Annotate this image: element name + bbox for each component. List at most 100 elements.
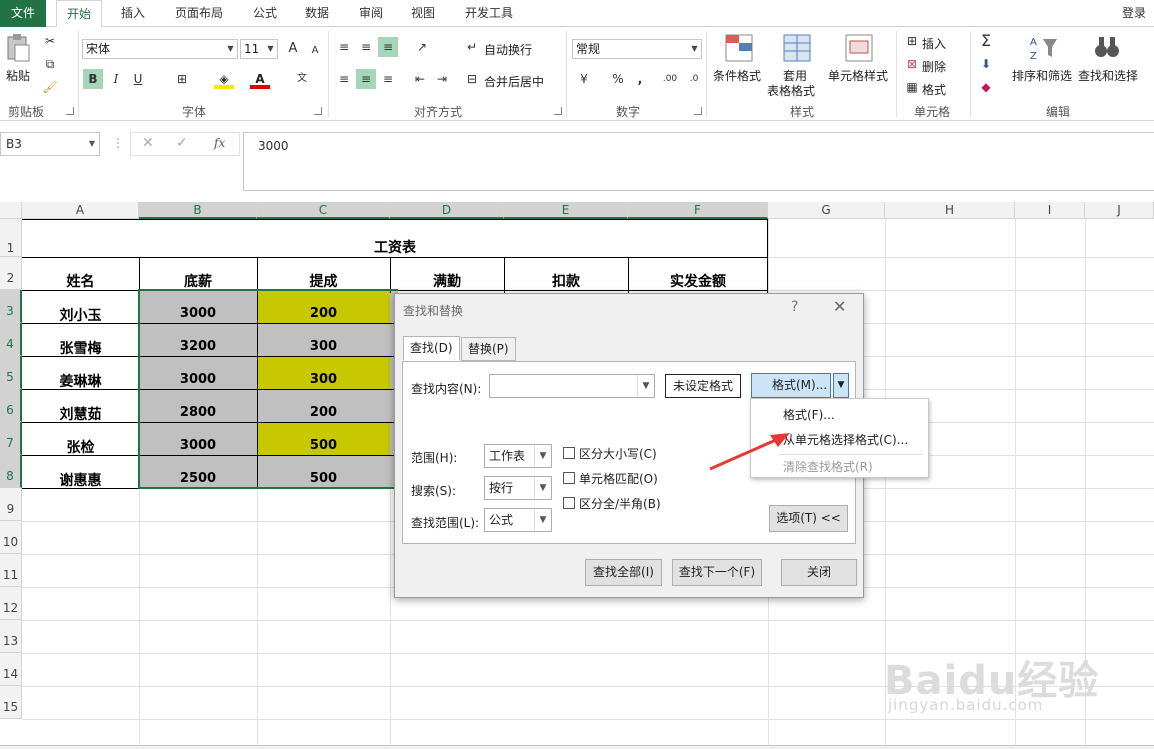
font-name-select[interactable]: 宋体 ▼ (82, 39, 238, 59)
match-case-label[interactable]: 区分大小写(C) (579, 445, 657, 462)
row-header-8[interactable]: 8 (0, 455, 22, 488)
tab-formulas[interactable]: 公式 (242, 0, 288, 27)
tab-file[interactable]: 文件 (0, 0, 46, 27)
font-size-select[interactable]: 11 ▼ (240, 39, 278, 59)
options-button[interactable]: 选项(T) << (769, 505, 848, 532)
increase-indent-icon[interactable]: ⇥ (432, 69, 452, 89)
tab-find[interactable]: 查找(D) (403, 336, 460, 361)
row-header-2[interactable]: 2 (0, 257, 22, 290)
column-header-d[interactable]: D (390, 202, 504, 219)
increase-decimal-icon[interactable]: .00 (660, 69, 680, 89)
format-cells-button[interactable]: 格式 (922, 81, 946, 98)
decrease-decimal-icon[interactable]: .0 (684, 69, 704, 89)
tab-page-layout[interactable]: 页面布局 (166, 0, 232, 27)
row-header-14[interactable]: 14 (0, 653, 22, 686)
insert-cells-button[interactable]: 插入 (922, 35, 946, 52)
conditional-format-icon[interactable] (724, 33, 754, 63)
shrink-font-icon[interactable]: A (305, 41, 325, 61)
cut-icon[interactable]: ✂ (40, 31, 60, 51)
percent-button[interactable]: % (608, 69, 628, 89)
align-center-icon[interactable]: ≡ (356, 69, 376, 89)
format-as-table-label-2[interactable]: 表格格式 (767, 82, 815, 99)
fill-color-icon[interactable]: ◈ (214, 69, 234, 89)
merge-center-icon[interactable]: ⊟ (462, 69, 482, 89)
align-bottom-icon[interactable]: ≡ (378, 37, 398, 57)
decrease-indent-icon[interactable]: ⇤ (410, 69, 430, 89)
align-top-icon[interactable]: ≡ (334, 37, 354, 57)
column-header-f[interactable]: F (628, 202, 768, 219)
cell-styles-button[interactable]: 单元格样式 (828, 67, 888, 84)
match-width-checkbox[interactable] (563, 497, 575, 509)
column-header-b[interactable]: B (139, 202, 257, 219)
match-case-checkbox[interactable] (563, 447, 575, 459)
paste-button-label[interactable]: 粘贴 (6, 67, 30, 84)
row-header-15[interactable]: 15 (0, 686, 22, 719)
wrap-text-icon[interactable]: ↵ (462, 37, 482, 57)
login-link[interactable]: 登录 (1122, 0, 1146, 27)
row-header-4[interactable]: 4 (0, 323, 22, 356)
insert-cells-icon[interactable]: ⊞ (902, 31, 922, 51)
sort-filter-icon[interactable]: A Z (1028, 33, 1058, 63)
wrap-text-button[interactable]: 自动换行 (484, 41, 532, 58)
tab-replace[interactable]: 替换(P) (461, 337, 516, 361)
autosum-icon[interactable]: Σ (976, 31, 996, 51)
align-right-icon[interactable]: ≡ (378, 69, 398, 89)
row-header-6[interactable]: 6 (0, 389, 22, 422)
bold-button[interactable]: B (83, 69, 103, 89)
look-in-select[interactable]: 公式 ▼ (484, 508, 552, 532)
column-header-j[interactable]: J (1085, 202, 1154, 219)
help-icon[interactable]: ? (791, 299, 798, 315)
alignment-launcher-icon[interactable] (554, 107, 562, 115)
menu-item-choose-from-cell[interactable]: 从单元格选择格式(C)... (783, 431, 908, 448)
format-dropdown-icon[interactable]: ▼ (833, 373, 849, 398)
currency-icon[interactable]: ¥ (574, 69, 594, 89)
grow-font-icon[interactable]: A (283, 39, 303, 59)
formula-input[interactable]: 3000 (243, 132, 1154, 191)
format-cells-icon[interactable]: ▦ (902, 77, 922, 97)
conditional-format-button[interactable]: 条件格式 (713, 67, 761, 84)
chevron-down-icon[interactable]: ▼ (637, 375, 654, 397)
column-header-i[interactable]: I (1015, 202, 1085, 219)
find-next-button[interactable]: 查找下一个(F) (672, 559, 762, 586)
row-header-12[interactable]: 12 (0, 587, 22, 620)
comma-button[interactable]: , (630, 69, 650, 89)
format-button[interactable]: 格式(M)... (751, 373, 831, 398)
paste-icon[interactable] (5, 33, 31, 63)
search-select[interactable]: 按行 ▼ (484, 476, 552, 500)
find-what-input[interactable]: ▼ (489, 374, 655, 398)
format-as-table-icon[interactable] (782, 33, 812, 63)
align-middle-icon[interactable]: ≡ (356, 37, 376, 57)
scope-select[interactable]: 工作表 ▼ (484, 444, 552, 468)
format-painter-icon[interactable]: 🖌 (40, 77, 60, 97)
close-icon[interactable]: ✕ (833, 297, 846, 316)
name-box[interactable]: B3 ▼ (0, 132, 100, 156)
cancel-icon[interactable]: ✕ (142, 135, 154, 151)
column-header-e[interactable]: E (504, 202, 628, 219)
column-header-a[interactable]: A (22, 202, 139, 219)
find-select-icon[interactable] (1092, 33, 1122, 63)
fill-icon[interactable]: ⬇ (976, 54, 996, 74)
font-color-icon[interactable]: A (250, 69, 270, 89)
cell-styles-icon[interactable] (844, 33, 874, 63)
orientation-icon[interactable]: ↗ (412, 37, 432, 57)
tab-review[interactable]: 审阅 (348, 0, 394, 27)
find-all-button[interactable]: 查找全部(I) (585, 559, 662, 586)
tab-home[interactable]: 开始 (56, 0, 102, 28)
clear-icon[interactable]: ◆ (976, 77, 996, 97)
row-header-5[interactable]: 5 (0, 356, 22, 389)
row-header-13[interactable]: 13 (0, 620, 22, 653)
italic-button[interactable]: I (106, 69, 126, 89)
enter-icon[interactable]: ✓ (176, 135, 188, 151)
row-header-11[interactable]: 11 (0, 554, 22, 587)
column-header-c[interactable]: C (257, 202, 390, 219)
row-header-3[interactable]: 3 (0, 290, 22, 323)
delete-cells-button[interactable]: 删除 (922, 58, 946, 75)
menu-item-format[interactable]: 格式(F)... (783, 406, 835, 423)
number-launcher-icon[interactable] (694, 107, 702, 115)
align-left-icon[interactable]: ≡ (334, 69, 354, 89)
merge-center-button[interactable]: 合并后居中 (484, 73, 544, 90)
close-button[interactable]: 关闭 (781, 559, 857, 586)
tab-insert[interactable]: 插入 (110, 0, 156, 27)
select-all-corner[interactable] (0, 202, 22, 219)
copy-icon[interactable]: ⧉ (40, 54, 60, 74)
